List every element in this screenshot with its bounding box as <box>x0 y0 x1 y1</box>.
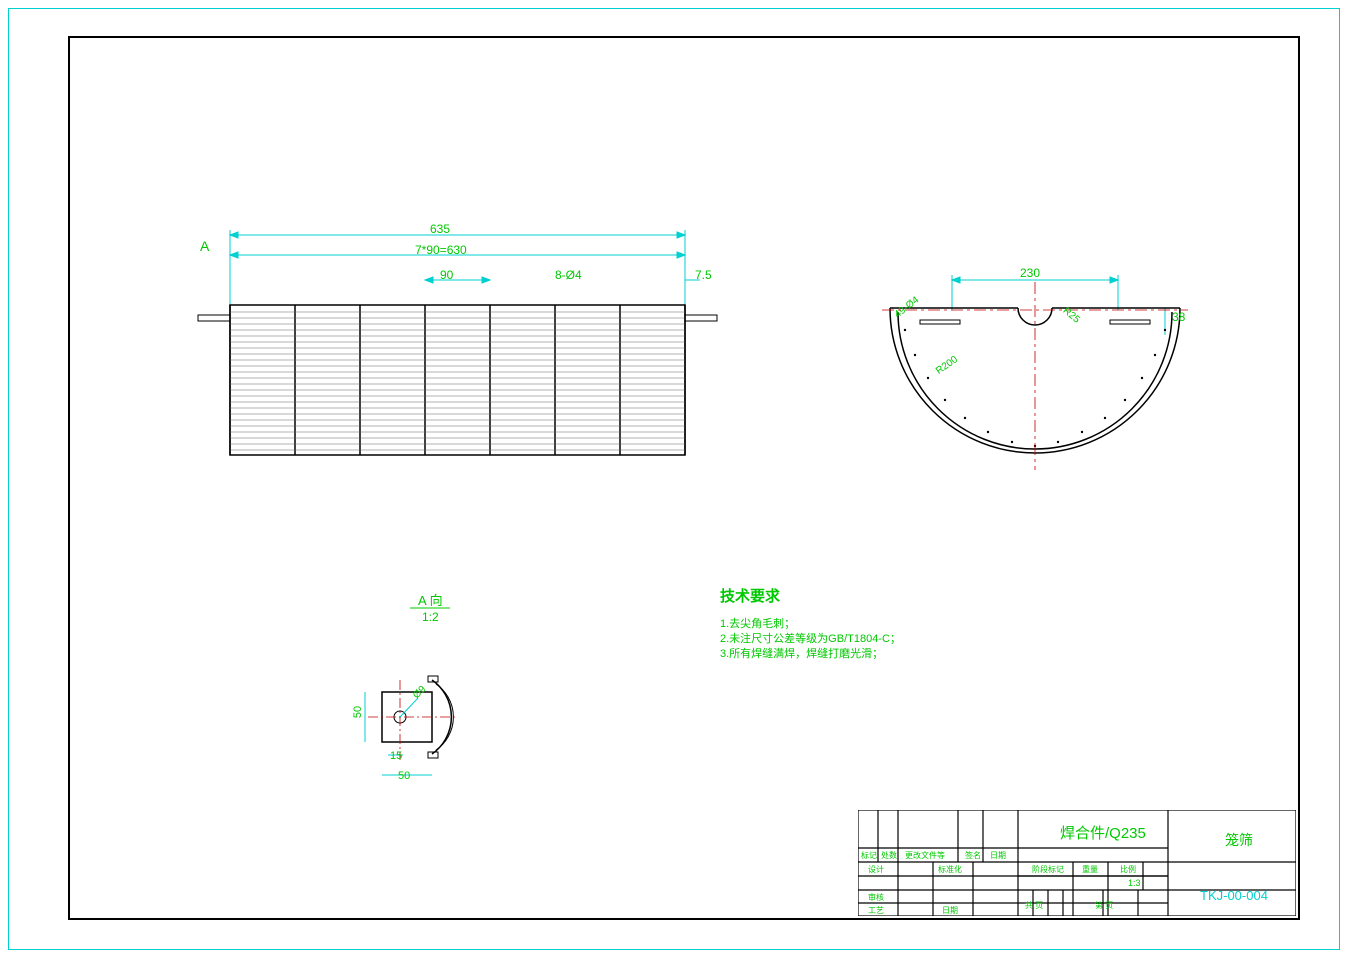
dim-7p5: 7.5 <box>695 268 712 282</box>
tb-std: 标准化 <box>938 864 962 875</box>
tb-scaleval: 1:3 <box>1128 878 1141 888</box>
detail-scale: 1:2 <box>422 610 439 624</box>
dim-8holes: 8-Ø4 <box>555 268 582 282</box>
notes-line1: 1.去尖角毛刺； <box>720 615 795 631</box>
notes-line3: 3.所有焊缝满焊，焊缝打磨光滑； <box>720 645 883 661</box>
notes-title: 技术要求 <box>720 585 780 606</box>
tb-r1c5: 日期 <box>990 850 1006 861</box>
dim-635: 635 <box>430 222 450 236</box>
front-view <box>180 220 750 480</box>
detail-view <box>350 640 510 800</box>
dim-50v: 50 <box>352 706 364 718</box>
dim-38: 38 <box>1172 310 1185 324</box>
tb-sheet2: 第 页 <box>1095 900 1113 911</box>
view-marker-a: A <box>200 238 209 254</box>
dim-630: 7*90=630 <box>415 243 467 257</box>
dim-15: 15 <box>390 750 402 762</box>
tb-r1c2: 处数 <box>881 850 897 861</box>
tb-r1c3: 更改文件等 <box>905 850 945 861</box>
tb-weight: 重量 <box>1082 864 1098 875</box>
tb-date2: 日期 <box>942 905 958 916</box>
dim-50h: 50 <box>398 770 410 782</box>
tb-check: 审核 <box>868 892 884 903</box>
tb-material: 焊合件/Q235 <box>1060 822 1146 843</box>
tb-scale: 比例 <box>1120 864 1136 875</box>
dim-230: 230 <box>1020 266 1040 280</box>
tb-partname: 笼筛 <box>1225 830 1253 850</box>
tb-drawingno: TKJ-00-004 <box>1200 888 1268 903</box>
notes-line2: 2.未注尺寸公差等级为GB/T1804-C； <box>720 630 901 646</box>
tb-stage: 阶段标记 <box>1032 864 1064 875</box>
cad-drawing-canvas: A 635 7*90=630 90 8-Ø4 7.5 <box>0 0 1346 957</box>
dim-90: 90 <box>440 268 453 282</box>
tb-r1c1: 标记 <box>861 850 877 861</box>
tb-r1c4: 签名 <box>965 850 981 861</box>
tb-design: 设计 <box>868 864 884 875</box>
tb-sheet1: 共 页 <box>1025 900 1043 911</box>
tb-appr: 工艺 <box>868 905 884 916</box>
